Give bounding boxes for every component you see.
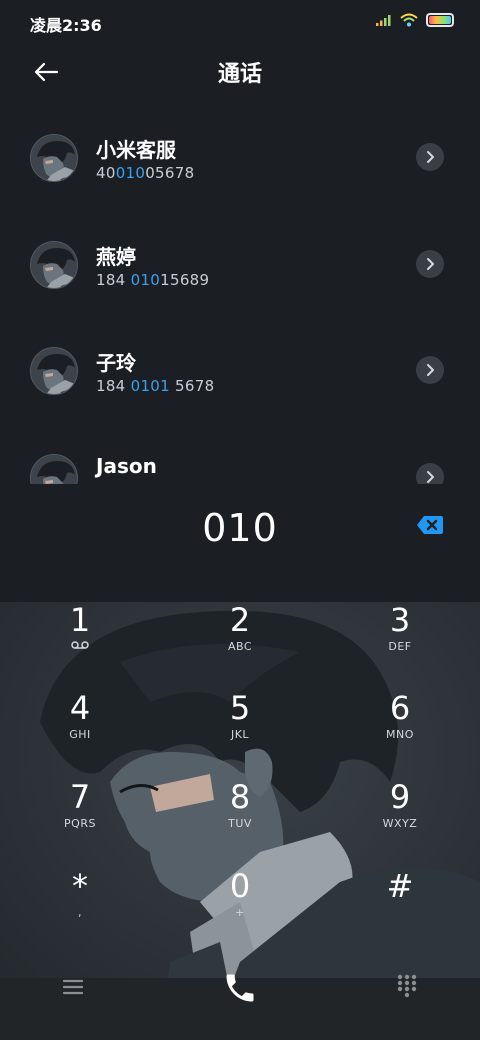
- key-letters: ABC: [227, 640, 253, 653]
- page-title: 通话: [217, 62, 262, 87]
- status-time: 凌晨2:36: [30, 16, 102, 35]
- key-digit: 4: [69, 689, 91, 727]
- number-segment: 184: [96, 270, 131, 289]
- keypad-key-6[interactable]: 6 MNO: [340, 690, 460, 776]
- wifi-icon: [400, 13, 418, 27]
- contact-name: Jason: [96, 453, 157, 478]
- contact-avatar: [30, 347, 78, 395]
- contact-avatar-image: [31, 348, 77, 394]
- contact-avatar: [30, 453, 78, 484]
- key-letters: TUV: [228, 817, 252, 830]
- key-letters: DEF: [388, 640, 412, 653]
- backspace-button[interactable]: [416, 514, 444, 536]
- contact-avatar: [30, 134, 78, 182]
- status-icons: [376, 13, 454, 27]
- key-letters: PQRS: [64, 817, 96, 830]
- key-digit: #: [386, 867, 414, 905]
- key-digit: 8: [229, 778, 251, 816]
- keypad-key-hash[interactable]: #: [340, 868, 460, 954]
- number-match-highlight: 010: [130, 270, 161, 289]
- contact-detail-button[interactable]: [416, 356, 444, 384]
- menu-icon: [62, 979, 84, 995]
- chevron-right-icon: [427, 470, 434, 483]
- chevron-right-icon: [427, 364, 434, 376]
- contact-avatar: [30, 240, 78, 289]
- voicemail-icon: [20, 640, 140, 653]
- battery-icon: [426, 13, 454, 27]
- key-digit: *: [72, 867, 88, 905]
- key-digit: 0: [229, 867, 251, 905]
- call-button[interactable]: [222, 970, 258, 1006]
- chevron-right-icon: [427, 257, 434, 270]
- dialed-number[interactable]: 010: [0, 506, 480, 550]
- number-segment: 05678: [145, 164, 195, 182]
- key-letters: WXYZ: [382, 817, 418, 830]
- phone-icon: [226, 974, 254, 1002]
- keypad-key-0[interactable]: 0 +: [180, 868, 300, 954]
- number-segment: 15689: [160, 270, 210, 289]
- menu-button[interactable]: [60, 974, 86, 1000]
- key-letters: +: [235, 906, 245, 919]
- number-match-highlight: 0101: [130, 377, 170, 395]
- keypad-area: 1 2 ABC 3 DEF 4 GHI 5 JKL 6 MNO 7 PQRS 8 TUV 9 WXYZ *, 0 + #: [0, 602, 480, 978]
- keypad-key-8[interactable]: 8 TUV: [180, 779, 300, 865]
- keypad-key-9[interactable]: 9 WXYZ: [340, 779, 460, 865]
- key-letters: JKL: [230, 728, 250, 741]
- dialpad-icon: [397, 974, 417, 998]
- contact-item[interactable]: Jason: [0, 424, 480, 484]
- keypad-key-star[interactable]: *,: [20, 868, 140, 954]
- bottom-bar: [0, 966, 480, 1040]
- key-letters: MNO: [386, 728, 414, 741]
- key-digit: 1: [69, 602, 91, 639]
- number-segment: 184: [96, 377, 131, 395]
- keypad-key-2[interactable]: 2 ABC: [180, 602, 300, 688]
- contact-avatar-image: [31, 454, 77, 484]
- keypad: 1 2 ABC 3 DEF 4 GHI 5 JKL 6 MNO 7 PQRS 8 TUV 9 WXYZ *, 0 + #: [0, 602, 480, 978]
- key-digit: 7: [69, 778, 91, 816]
- contact-avatar-image: [31, 135, 77, 181]
- contact-avatar-image: [31, 241, 77, 288]
- key-letters: ,: [78, 906, 82, 919]
- contact-name: 子玲: [96, 351, 136, 375]
- contact-number: 184 0101 5678: [96, 377, 214, 395]
- keypad-key-4[interactable]: 4 GHI: [20, 690, 140, 776]
- contact-list: 小米客服 4001005678 燕婷 184 01015689 子玲 184 0101…: [0, 104, 480, 484]
- keypad-key-3[interactable]: 3 DEF: [340, 602, 460, 688]
- number-match-highlight: 010: [115, 164, 146, 182]
- signal-icon: [376, 15, 391, 26]
- key-letters: GHI: [69, 728, 91, 741]
- contact-detail-button[interactable]: [416, 462, 444, 484]
- keypad-key-1[interactable]: 1: [20, 602, 140, 688]
- backspace-icon: [417, 516, 443, 534]
- header: 通话: [0, 44, 480, 100]
- dial-input-row: 010: [0, 484, 480, 602]
- contact-item[interactable]: 子玲 184 0101 5678: [0, 317, 480, 424]
- contact-detail-button[interactable]: [416, 249, 444, 278]
- number-segment: 40: [96, 164, 116, 182]
- keypad-key-5[interactable]: 5 JKL: [180, 690, 300, 776]
- contact-item[interactable]: 小米客服 4001005678: [0, 104, 480, 211]
- contact-item[interactable]: 燕婷 184 01015689: [0, 211, 480, 318]
- contact-number: 4001005678: [96, 164, 194, 182]
- key-digit: 6: [389, 689, 411, 727]
- key-digit: 9: [389, 778, 411, 816]
- dialpad-toggle-button[interactable]: [394, 972, 420, 998]
- number-segment: 5678: [169, 377, 215, 395]
- status-bar: 凌晨2:36: [0, 0, 480, 44]
- key-digit: 2: [229, 602, 251, 639]
- chevron-right-icon: [427, 151, 434, 163]
- contact-detail-button[interactable]: [416, 143, 444, 171]
- key-digit: 5: [229, 689, 251, 727]
- contact-name: 燕婷: [96, 244, 136, 269]
- contact-name: 小米客服: [96, 138, 176, 162]
- keypad-key-7[interactable]: 7 PQRS: [20, 779, 140, 865]
- contact-number: 184 01015689: [96, 271, 209, 289]
- key-digit: 3: [389, 602, 411, 639]
